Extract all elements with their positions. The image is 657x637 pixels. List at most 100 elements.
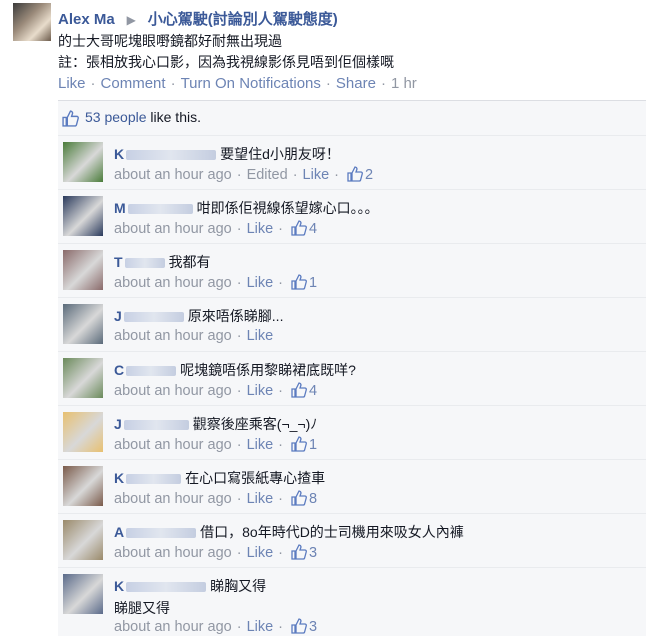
comment-like-count[interactable]: 1 [309, 275, 317, 291]
comment-timestamp[interactable]: about an hour ago [114, 545, 232, 561]
thumbs-up-icon [62, 108, 79, 137]
comment-meta: about an hour ago · Like · 3 [114, 618, 318, 635]
thumbs-up-icon [288, 618, 307, 635]
comment-item: T 我都有 about an hour ago · Like · 1 [58, 243, 646, 298]
commenter-initial[interactable]: J [114, 308, 122, 324]
name-blur [127, 204, 193, 215]
post-actions: Like · Comment · Turn On Notifications · Share… [58, 75, 417, 92]
thumbs-up-icon [344, 166, 363, 183]
commenter-avatar[interactable] [63, 466, 103, 506]
comment-meta: about an hour ago · Like · 1 [114, 436, 318, 453]
commenter-name: K 要望住d小朋友呀！ [114, 144, 340, 164]
comment-text-line-2: 睇腿又得 [114, 600, 170, 616]
comment-meta: about an hour ago · Like · 3 [114, 544, 318, 561]
comment-timestamp[interactable]: about an hour ago [114, 619, 232, 635]
commenter-avatar[interactable] [63, 412, 103, 452]
comment-timestamp[interactable]: about an hour ago [114, 437, 232, 453]
comment-like-link[interactable]: Like [247, 275, 274, 291]
comment-text: 要望住d小朋友呀！ [220, 146, 340, 162]
commenter-initial[interactable]: M [114, 200, 126, 216]
comment-like-link[interactable]: Like [247, 437, 274, 453]
name-blur [126, 150, 217, 161]
comment-item: A 借口，8o年時代D的士司機用來吸女人內褲 about an hour ago · L… [58, 513, 646, 568]
commenter-initial[interactable]: K [114, 470, 124, 486]
comment-item: M 咁即係佢視線係望嫁心口。。。 about an hour ago · Like · 4 [58, 189, 646, 244]
like-link[interactable]: Like [58, 75, 86, 92]
commenter-name: A 借口，8o年時代D的士司機用來吸女人內褲 [114, 522, 464, 542]
comment-like-link[interactable]: Like [247, 383, 274, 399]
name-blur [124, 258, 165, 269]
commenter-avatar[interactable] [63, 574, 103, 614]
name-blur [126, 582, 207, 593]
name-blur [123, 312, 184, 323]
notifications-link[interactable]: Turn On Notifications [181, 75, 321, 92]
comment-meta: about an hour ago · Like · 1 [114, 274, 318, 291]
commenter-name: M 咁即係佢視線係望嫁心口。。。 [114, 198, 379, 218]
commenter-avatar[interactable] [63, 142, 103, 182]
thumbs-up-icon [288, 544, 307, 561]
comment-timestamp[interactable]: about an hour ago [114, 167, 232, 183]
comment-like-link[interactable]: Like [247, 221, 274, 237]
comment-link[interactable]: Comment [101, 75, 166, 92]
name-blur [126, 474, 182, 485]
comment-like-count[interactable]: 3 [309, 619, 317, 635]
commenter-avatar[interactable] [63, 358, 103, 398]
comment-like-link[interactable]: Like [247, 619, 274, 635]
edited-label[interactable]: Edited [247, 167, 288, 183]
commenter-initial[interactable]: K [114, 578, 124, 594]
comment-text: 在心口寫張紙專心揸車 [185, 470, 326, 486]
group-name[interactable]: 小心駕駛(討論別人駕駛態度) [148, 11, 338, 28]
thumbs-up-icon [288, 274, 307, 291]
commenter-initial[interactable]: C [114, 362, 124, 378]
commenter-initial[interactable]: A [114, 524, 124, 540]
comment-timestamp[interactable]: about an hour ago [114, 328, 232, 344]
commenter-avatar[interactable] [63, 196, 103, 236]
thumbs-up-icon [288, 220, 307, 237]
comment-text: 睇胸又得 [210, 578, 267, 594]
comment-meta: about an hour ago · Edited · Like · 2 [114, 166, 374, 183]
post-body-line-1: 的士大哥呢塊眼嘢鏡都好耐無出現過 [58, 33, 282, 49]
comment-meta: about an hour ago · Like · 4 [114, 382, 318, 399]
comment-item: J 原來唔係睇腳... about an hour ago · Like [58, 297, 646, 352]
likes-suffix: like this. [150, 109, 201, 125]
comment-like-count[interactable]: 3 [309, 545, 317, 561]
thumbs-up-icon [288, 436, 307, 453]
comment-like-count[interactable]: 4 [309, 221, 317, 237]
comment-like-link[interactable]: Like [247, 491, 274, 507]
commenter-initial[interactable]: K [114, 146, 124, 162]
comment-like-link[interactable]: Like [247, 545, 274, 561]
comment-timestamp[interactable]: about an hour ago [114, 275, 232, 291]
commenter-avatar[interactable] [63, 520, 103, 560]
commenter-initial[interactable]: T [114, 254, 123, 270]
likes-count-link[interactable]: 53 people [85, 109, 147, 125]
comment-like-link[interactable]: Like [303, 167, 330, 183]
author-avatar[interactable] [13, 3, 51, 41]
comment-item: C 呢塊鏡唔係用黎睇裙底既咩? about an hour ago · Like · 4 [58, 351, 646, 406]
comment-timestamp[interactable]: about an hour ago [114, 221, 232, 237]
comment-like-count[interactable]: 4 [309, 383, 317, 399]
likes-summary: 53 people like this. [58, 103, 646, 132]
comment-like-count[interactable]: 8 [309, 491, 317, 507]
comment-like-count[interactable]: 2 [365, 167, 373, 183]
comments-section: 53 people like this. K 要望住d小朋友呀！ about an … [58, 100, 646, 636]
commenter-initial[interactable]: J [114, 416, 122, 432]
share-link[interactable]: Share [336, 75, 376, 92]
commenter-name: C 呢塊鏡唔係用黎睇裙底既咩? [114, 360, 356, 380]
comment-item: K 要望住d小朋友呀！ about an hour ago · Edited · Like ·… [58, 135, 646, 190]
comment-meta: about an hour ago · Like [114, 328, 274, 344]
comment-timestamp[interactable]: about an hour ago [114, 491, 232, 507]
comment-meta: about an hour ago · Like · 4 [114, 220, 318, 237]
post-timestamp[interactable]: 1 hr [391, 75, 417, 92]
comment-like-count[interactable]: 1 [309, 437, 317, 453]
author-name[interactable]: Alex Ma [58, 11, 115, 28]
comment-timestamp[interactable]: about an hour ago [114, 383, 232, 399]
commenter-avatar[interactable] [63, 304, 103, 344]
commenter-avatar[interactable] [63, 250, 103, 290]
comment-text: 借口，8o年時代D的士司機用來吸女人內褲 [200, 524, 464, 540]
comment-item: K 睇胸又得睇腿又得 about an hour ago · Like · 3 [58, 567, 646, 637]
comment-text: 咁即係佢視線係望嫁心口。。。 [196, 200, 379, 216]
commenter-name: J 原來唔係睇腳... [114, 306, 283, 326]
comment-text: 我都有 [168, 254, 211, 270]
comment-like-link[interactable]: Like [247, 328, 274, 344]
comment-text: 觀察後座乘客(¬_¬)ﾉ [192, 416, 318, 432]
